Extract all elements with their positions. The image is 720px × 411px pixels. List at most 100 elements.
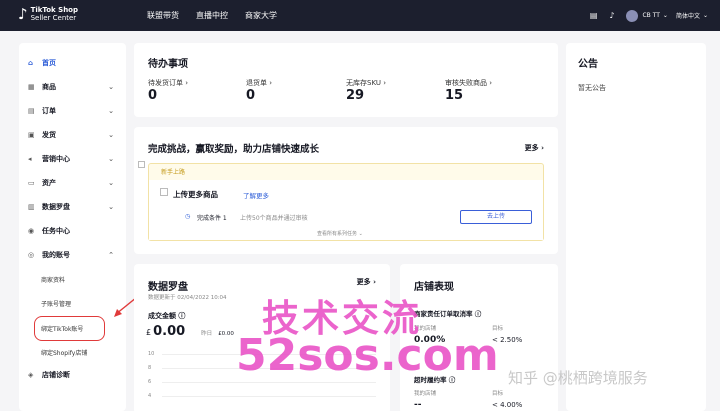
sidebar-item-label: 数据罗盘: [42, 203, 70, 211]
newbie-tag: 新手上路: [161, 169, 186, 176]
y-tick: 6: [148, 379, 152, 385]
sidebar-item-my-account[interactable]: ◎ 我的账号 ⌃: [28, 248, 124, 262]
sidebar-item-label: 订单: [42, 107, 56, 115]
tiktok-logo-icon: ♪: [18, 4, 28, 23]
home-icon: ⌂: [28, 59, 34, 67]
cancel-rate-label: 商家责任订单取消率 ⓘ: [414, 310, 482, 318]
message-icon[interactable]: ▤: [590, 11, 598, 20]
sidebar-item-label: 资产: [42, 179, 56, 187]
nav-live-control[interactable]: 直播中控: [196, 10, 228, 21]
stat-label: 退货单 ›: [246, 79, 273, 87]
top-navigation-bar: ♪ TikTok Shop Seller Center 联盟带货 直播中控 商家…: [0, 0, 720, 31]
todo-pending-shipment[interactable]: 待发货订单 › 0: [148, 78, 188, 103]
todo-card: 待办事项 待发货订单 › 0 退货单 › 0 无库存SKU › 29 审核失败商…: [134, 43, 558, 117]
yesterday-label: 昨日: [201, 331, 213, 337]
sidebar-item-label: 首页: [42, 59, 56, 67]
sidebar: ⌂ 首页 ▦ 商品 ⌄ ▤ 订单 ⌄ ▣ 发货 ⌄ ◂ 营销中心 ⌄ ▭ 资产 …: [19, 43, 126, 411]
product-icon: ▦: [28, 83, 35, 91]
truck-icon: ▣: [28, 131, 35, 139]
no-announcement-text: 暂无公告: [578, 84, 606, 92]
my-shop-label: 我的店铺: [414, 391, 437, 397]
highlight-box: [34, 316, 105, 341]
upload-button[interactable]: 去上传: [460, 210, 532, 224]
nav-academy[interactable]: 商家大学: [245, 10, 277, 21]
sidebar-subitem-subaccounts[interactable]: 子账号管理: [41, 299, 71, 308]
stat-value: 0: [148, 88, 158, 103]
grid-line: [162, 396, 376, 397]
stat-label: 审核失败商品 ›: [445, 79, 493, 87]
stat-value: 0: [246, 88, 256, 103]
learn-more-link[interactable]: 了解更多: [243, 190, 269, 200]
sidebar-item-label: 商品: [42, 83, 56, 91]
chevron-down-icon: ⌄: [108, 179, 114, 187]
announcement-card: 公告 暂无公告: [566, 43, 706, 411]
task-panel: 上传更多商品 了解更多 ◷ 完成条件 1 上传50个商品并通过审核 去上传 查看…: [149, 180, 543, 240]
stat-value: 15: [445, 88, 464, 103]
sidebar-item-data-compass[interactable]: ▥ 数据罗盘 ⌄: [28, 200, 124, 214]
sidebar-item-label: 任务中心: [42, 227, 70, 235]
view-all-tasks-link[interactable]: 查看所有系列任务 ⌄: [317, 230, 363, 237]
challenge-title: 完成挑战，赢取奖励，助力店铺快速成长: [148, 144, 320, 155]
order-icon: ▤: [28, 107, 35, 115]
task-icon: ◉: [28, 227, 35, 235]
watermark-site: 52sos.com: [236, 330, 499, 381]
y-tick: 8: [148, 365, 152, 371]
sidebar-item-label: 店铺诊断: [42, 371, 70, 379]
stat-label: 待发货订单 ›: [148, 79, 189, 87]
tiktok-shop-logo[interactable]: ♪ TikTok Shop Seller Center: [18, 6, 78, 22]
megaphone-icon: ◂: [28, 155, 32, 163]
sidebar-item-assets[interactable]: ▭ 资产 ⌄: [28, 176, 124, 190]
chevron-down-icon: ⌄: [108, 203, 114, 211]
sidebar-item-label: 我的账号: [42, 251, 70, 259]
challenge-banner: 新手上路 上传更多商品 了解更多 ◷ 完成条件 1 上传50个商品并通过审核 去…: [148, 163, 544, 241]
grid-line: [162, 382, 376, 383]
todo-out-of-stock[interactable]: 无库存SKU › 29: [346, 78, 386, 103]
sidebar-item-shop-diagnosis[interactable]: ◈ 店铺诊断: [28, 368, 124, 382]
logo-subtitle: Seller Center: [30, 14, 77, 22]
sidebar-item-product[interactable]: ▦ 商品 ⌄: [28, 80, 124, 94]
yesterday-value: £0.00: [218, 331, 234, 337]
todo-title: 待办事项: [148, 59, 188, 70]
sidebar-item-home[interactable]: ⌂ 首页: [28, 56, 124, 70]
task-title: 上传更多商品: [173, 190, 218, 199]
late-fulfillment-target: < 4.00%: [492, 401, 523, 409]
sidebar-item-order[interactable]: ▤ 订单 ⌄: [28, 104, 124, 118]
logo-title: TikTok Shop: [30, 6, 78, 14]
y-tick: 4: [148, 393, 152, 399]
sidebar-item-label: 发货: [42, 131, 56, 139]
currency-symbol: £: [146, 328, 152, 337]
sidebar-item-marketing[interactable]: ◂ 营销中心 ⌄: [28, 152, 124, 166]
sidebar-subitem-merchant-info[interactable]: 商家资料: [41, 275, 65, 284]
diagnosis-icon: ◈: [28, 371, 34, 379]
user-name[interactable]: CB TT: [642, 12, 659, 19]
zhihu-watermark: 知乎 @桃栖跨境服务: [508, 369, 648, 387]
stat-value: 29: [346, 88, 365, 103]
bell-icon[interactable]: ♪: [609, 11, 614, 20]
chevron-down-icon: ⌄: [108, 83, 114, 91]
gmv-label: 成交金额 ⓘ: [148, 312, 186, 320]
sidebar-item-shipping[interactable]: ▣ 发货 ⌄: [28, 128, 124, 142]
chevron-down-icon[interactable]: ⌄: [703, 12, 708, 19]
sidebar-subitem-bind-shopify[interactable]: 绑定Shopify店铺: [41, 348, 87, 357]
clock-icon: ◷: [185, 213, 191, 220]
challenge-more-link[interactable]: 更多 ›: [525, 143, 544, 153]
chart-icon: ▥: [28, 203, 35, 211]
language-select[interactable]: 简体中文: [676, 11, 700, 20]
chevron-down-icon: ⌄: [108, 155, 114, 163]
challenge-card: 完成挑战，赢取奖励，助力店铺快速成长 更多 › 新手上路 上传更多商品 了解更多…: [134, 127, 558, 254]
data-updated-time: 数据更新于 02/04/2022 10:04: [148, 295, 227, 301]
wallet-icon: ▭: [28, 179, 35, 187]
chevron-up-icon: ⌃: [108, 251, 114, 259]
target-label: 目标: [492, 391, 504, 397]
todo-review-failed[interactable]: 审核失败商品 › 15: [445, 78, 492, 103]
compass-more-link[interactable]: 更多 ›: [357, 277, 376, 287]
gmv-value: 0.00: [153, 324, 186, 339]
sidebar-item-task-center[interactable]: ◉ 任务中心: [28, 224, 124, 238]
nav-affiliate[interactable]: 联盟带货: [147, 10, 179, 21]
avatar[interactable]: [626, 9, 639, 22]
chevron-down-icon[interactable]: ⌄: [663, 12, 668, 19]
todo-returns[interactable]: 退货单 › 0: [246, 78, 272, 103]
y-tick: 10: [148, 351, 155, 357]
image-placeholder-icon: [160, 188, 168, 196]
announcement-title: 公告: [578, 59, 598, 70]
